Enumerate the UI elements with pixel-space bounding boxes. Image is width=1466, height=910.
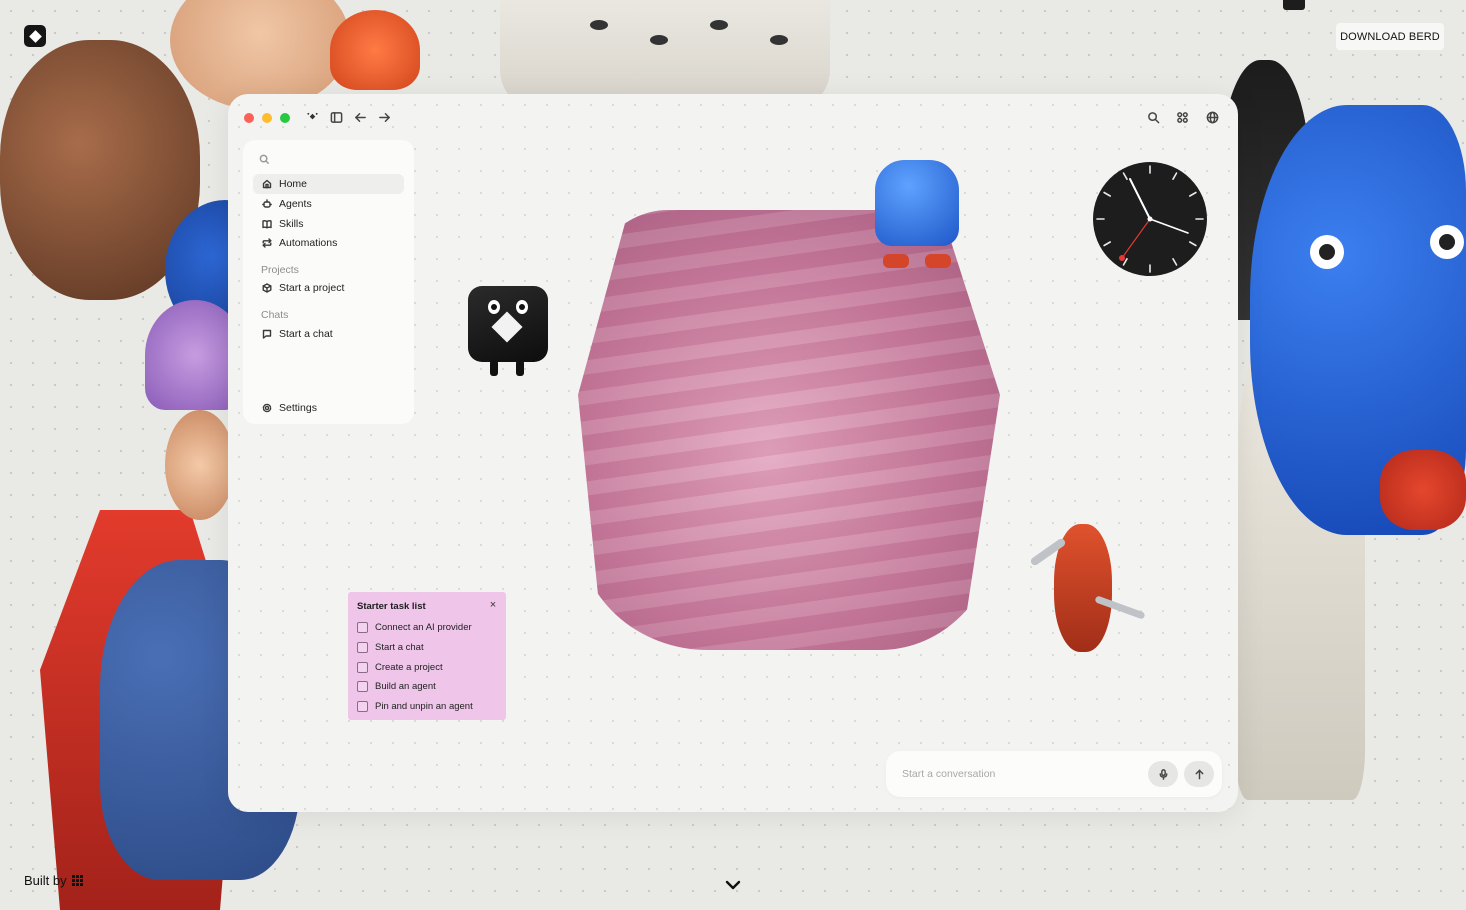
conversation-composer bbox=[886, 751, 1222, 797]
app-logo-icon[interactable] bbox=[303, 108, 321, 126]
brand-logo-icon[interactable] bbox=[24, 25, 46, 47]
task-item[interactable]: Connect an AI provider bbox=[357, 620, 472, 634]
start-project-button[interactable]: Start a project bbox=[253, 278, 404, 298]
sidebar-item-home[interactable]: Home bbox=[253, 174, 404, 194]
app-window: Home Agents Skills Automations Projects … bbox=[228, 94, 1238, 812]
chat-bubble-icon bbox=[261, 328, 273, 340]
apps-grid-icon[interactable] bbox=[1173, 108, 1191, 126]
search-icon[interactable] bbox=[1144, 108, 1162, 126]
close-window-button[interactable] bbox=[244, 113, 254, 123]
task-checkbox[interactable] bbox=[357, 621, 368, 633]
task-item[interactable]: Start a chat bbox=[357, 640, 424, 654]
task-label: Create a project bbox=[375, 661, 443, 673]
sidebar-item-label: Automations bbox=[279, 237, 338, 249]
back-arrow-icon[interactable] bbox=[351, 108, 369, 126]
projects-heading: Projects bbox=[261, 264, 299, 276]
conversation-input[interactable] bbox=[902, 764, 1132, 784]
maximize-window-button[interactable] bbox=[280, 113, 290, 123]
sidebar-item-agents[interactable]: Agents bbox=[253, 194, 404, 214]
task-label: Build an agent bbox=[375, 680, 436, 692]
close-icon[interactable]: × bbox=[487, 599, 499, 611]
agent-icon bbox=[261, 198, 273, 210]
book-icon bbox=[261, 218, 273, 230]
gear-icon bbox=[261, 402, 273, 414]
background-figure-orange-mushroom bbox=[330, 10, 420, 90]
built-by-credit[interactable]: Built by bbox=[24, 873, 83, 888]
pocket-knife-character bbox=[1029, 524, 1146, 652]
sidebar-item-settings[interactable]: Settings bbox=[253, 398, 404, 418]
blue-jelly-character bbox=[875, 160, 959, 268]
background-figure-clown-head bbox=[165, 410, 235, 520]
sidebar-search-icon[interactable] bbox=[259, 152, 271, 165]
sidebar-item-label: Skills bbox=[279, 218, 304, 230]
download-button[interactable]: DOWNLOAD BERD bbox=[1336, 23, 1444, 50]
task-checkbox[interactable] bbox=[357, 641, 368, 653]
forward-arrow-icon[interactable] bbox=[375, 108, 393, 126]
microphone-icon bbox=[1159, 768, 1167, 780]
task-item[interactable]: Create a project bbox=[357, 660, 443, 674]
task-item[interactable]: Pin and unpin an agent bbox=[357, 699, 473, 713]
start-chat-button[interactable]: Start a chat bbox=[253, 324, 404, 344]
sidebar-item-skills[interactable]: Skills bbox=[253, 214, 404, 234]
task-item[interactable]: Build an agent bbox=[357, 679, 436, 693]
settings-label: Settings bbox=[279, 402, 317, 414]
task-list-title: Starter task list bbox=[357, 601, 426, 612]
arrow-up-icon bbox=[1195, 769, 1203, 779]
start-project-label: Start a project bbox=[279, 282, 345, 294]
globe-icon[interactable] bbox=[1203, 108, 1221, 126]
pink-cube-blob bbox=[578, 210, 1000, 650]
task-label: Pin and unpin an agent bbox=[375, 700, 473, 712]
sidebar-item-label: Agents bbox=[279, 198, 312, 210]
task-label: Connect an AI provider bbox=[375, 621, 472, 633]
top-edge-square bbox=[1283, 0, 1305, 10]
built-by-label: Built by bbox=[24, 873, 67, 888]
send-button[interactable] bbox=[1184, 761, 1214, 787]
home-icon bbox=[261, 178, 273, 190]
sidebar-item-label: Home bbox=[279, 178, 308, 190]
microphone-button[interactable] bbox=[1148, 761, 1178, 787]
task-label: Start a chat bbox=[375, 641, 424, 653]
black-cube-character bbox=[468, 286, 548, 376]
analog-clock bbox=[1093, 162, 1207, 276]
minimize-window-button[interactable] bbox=[262, 113, 272, 123]
sidebar: Home Agents Skills Automations Projects … bbox=[243, 140, 414, 424]
sidebar-item-automations[interactable]: Automations bbox=[253, 233, 404, 253]
start-chat-label: Start a chat bbox=[279, 328, 333, 340]
background-figure-red-shoe bbox=[1380, 450, 1466, 530]
chevron-down-icon[interactable] bbox=[724, 878, 742, 892]
grid-logo-icon bbox=[71, 875, 83, 886]
cube-icon bbox=[261, 282, 273, 294]
chats-heading: Chats bbox=[261, 309, 289, 321]
task-checkbox[interactable] bbox=[357, 680, 368, 692]
repeat-icon bbox=[261, 237, 273, 249]
starter-task-list: Starter task list × Connect an AI provid… bbox=[348, 592, 506, 720]
task-checkbox[interactable] bbox=[357, 661, 368, 673]
sidebar-toggle-icon[interactable] bbox=[327, 108, 345, 126]
task-checkbox[interactable] bbox=[357, 700, 368, 712]
